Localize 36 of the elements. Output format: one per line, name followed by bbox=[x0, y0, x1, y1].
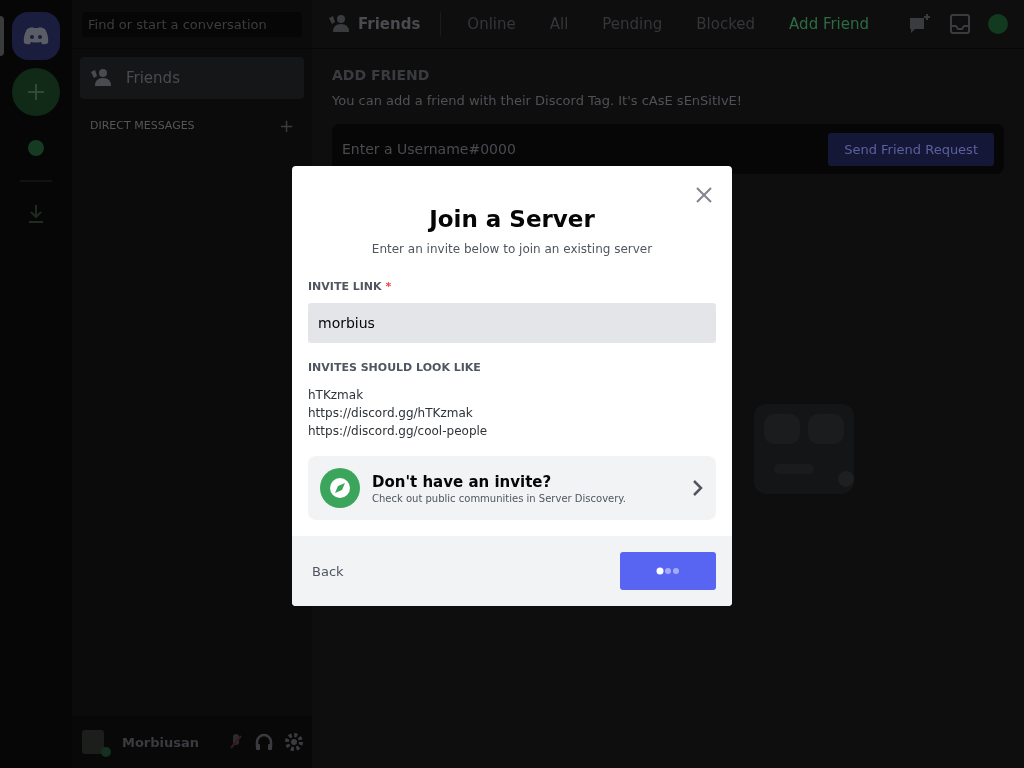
discovery-card[interactable]: Don't have an invite? Check out public communities in Server Discovery. bbox=[308, 456, 716, 520]
description: You can add a friend with their Discord Tag. It's cAsE sEnSitIvE! bbox=[332, 93, 743, 108]
modal-subtitle: Enter an invite below to join an existing server bbox=[370, 242, 654, 256]
friends-icon bbox=[90, 68, 112, 88]
join-button[interactable] bbox=[620, 552, 716, 590]
download-icon bbox=[27, 204, 45, 224]
logo-icon bbox=[23, 26, 49, 46]
send-request-button[interactable]: Send Friend Request bbox=[828, 132, 994, 166]
field-label: INVITE LINK * bbox=[308, 280, 393, 293]
card-subtitle: Check out public communities in Server Discovery. bbox=[372, 492, 627, 504]
card-title: Don't have an invite? bbox=[372, 472, 553, 491]
headphones-icon[interactable] bbox=[254, 732, 274, 752]
new-group-dm-icon[interactable] bbox=[908, 13, 932, 35]
example-text: https://discord.gg/cool-people bbox=[308, 423, 489, 440]
home-button[interactable] bbox=[12, 12, 60, 60]
plus-icon bbox=[26, 82, 46, 102]
back-button[interactable]: Back bbox=[308, 553, 348, 589]
add-server-button[interactable] bbox=[12, 68, 60, 116]
username-field[interactable]: Enter a Username#0000 Send Friend Request bbox=[332, 124, 1004, 174]
selection-indicator bbox=[0, 16, 4, 56]
modal-title: Join a Server bbox=[427, 206, 596, 232]
examples-heading: INVITES SHOULD LOOK LIKE bbox=[308, 361, 482, 374]
add-dm-button[interactable]: + bbox=[278, 115, 294, 136]
friends-icon bbox=[328, 14, 350, 34]
page-title: Friends bbox=[358, 15, 421, 33]
search-field[interactable]: Find or start a conversation bbox=[82, 11, 302, 37]
example-text: https://discord.gg/hTKzmak bbox=[308, 405, 474, 422]
chevron-right-icon bbox=[692, 479, 704, 497]
loading-dots-icon bbox=[656, 567, 680, 575]
example-text: hTKzmak bbox=[308, 387, 365, 404]
inbox-icon[interactable] bbox=[950, 14, 970, 34]
section-heading: DIRECT MESSAGES bbox=[90, 119, 195, 132]
settings-icon[interactable] bbox=[284, 732, 304, 752]
invite-link-field[interactable]: morbius bbox=[308, 303, 716, 343]
add-friend-tab[interactable]: Add Friend bbox=[783, 13, 876, 35]
close-icon[interactable] bbox=[695, 186, 713, 204]
